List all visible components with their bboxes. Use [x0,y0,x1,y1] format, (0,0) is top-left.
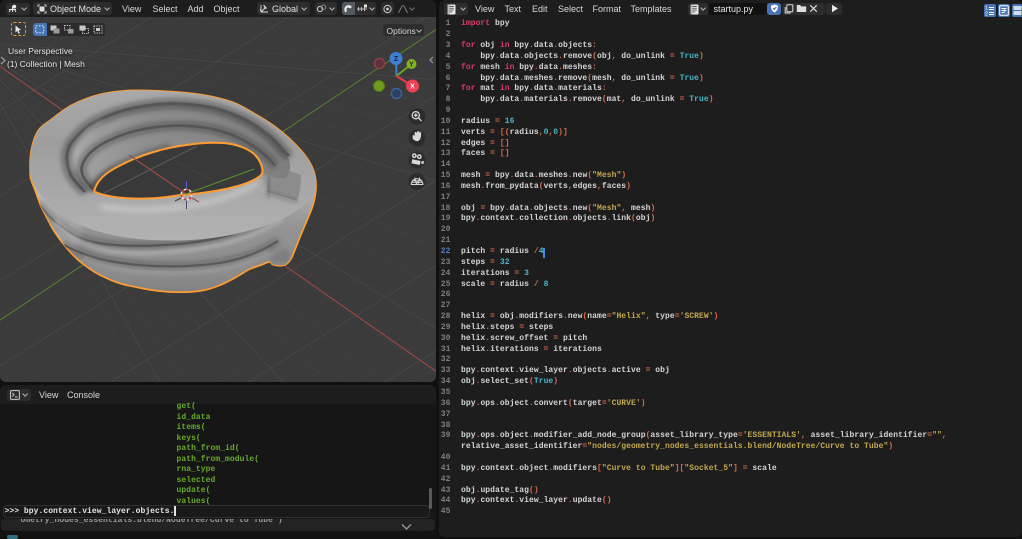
svg-text:X: X [410,84,415,91]
svg-text:Y: Y [409,62,414,69]
svg-text:2: 2 [985,12,988,17]
svg-text:Z: Z [394,56,399,63]
